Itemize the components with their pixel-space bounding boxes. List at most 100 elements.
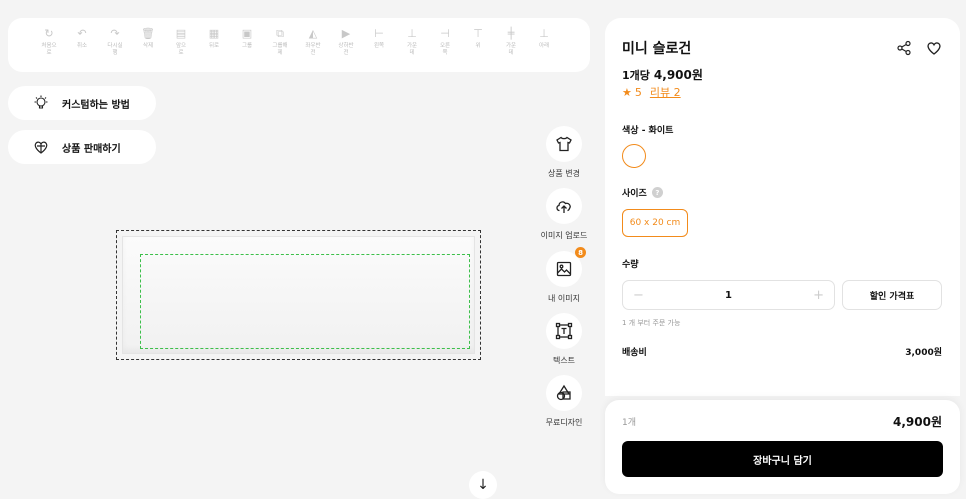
- align-top-icon: ⊤: [473, 26, 483, 40]
- quantity-value[interactable]: 1: [725, 290, 732, 301]
- ungroup-icon: ⧉: [276, 26, 284, 40]
- toolbar-label: 삭제: [142, 43, 154, 49]
- align-middle-icon: ╪: [507, 26, 515, 40]
- redo-tool[interactable]: ↷ 다시실 행: [104, 26, 126, 57]
- shipping-value: 3,000원: [905, 348, 942, 358]
- redo-icon: ↷: [110, 26, 120, 40]
- group-icon: ▣: [241, 26, 253, 40]
- group-tool[interactable]: ▣ 그룹: [236, 26, 258, 50]
- toolbar-label: 그룹해 제: [272, 43, 288, 56]
- shipping-label: 배송비: [622, 348, 647, 358]
- scroll-down-button[interactable]: ↓: [469, 471, 497, 499]
- undo-icon: ↶: [77, 26, 87, 40]
- unit-price-label: 1개당: [622, 69, 650, 82]
- toolbar-label: 위: [475, 43, 481, 49]
- size-option-button[interactable]: 60 x 20 cm: [622, 209, 688, 237]
- rating: ★ 5 리뷰 2: [622, 84, 681, 100]
- quantity-stepper: − 1 +: [622, 280, 835, 310]
- toolbar-label: 취소: [76, 43, 88, 49]
- design-canvas[interactable]: [116, 230, 481, 360]
- print-area-guide: [140, 254, 470, 349]
- upload-image-label: 이미지 업로드: [540, 231, 588, 240]
- text-tool[interactable]: 텍스트: [535, 313, 593, 366]
- bring-forward-tool[interactable]: ▤ 앞으 로: [170, 26, 192, 57]
- order-total: 4,900원: [893, 415, 942, 429]
- send-backward-tool[interactable]: ▦ 뒤로: [203, 26, 225, 50]
- upload-image-tool[interactable]: 이미지 업로드: [535, 188, 593, 241]
- flip-vertical-tool[interactable]: ▶ 상하반 전: [335, 26, 357, 57]
- quantity-label: 수량: [622, 260, 639, 270]
- how-to-customize-label: 커스텀하는 방법: [62, 99, 130, 111]
- order-count: 1개: [622, 418, 637, 428]
- flip-vertical-icon: ▶: [341, 26, 351, 40]
- toolbar-label: 다시실 행: [107, 43, 123, 56]
- lightbulb-icon: [32, 94, 50, 112]
- flip-horizontal-icon: ◭: [308, 26, 318, 40]
- align-left-tool[interactable]: ⊢ 왼쪽: [368, 26, 390, 50]
- toolbar-label: 가운 데: [505, 43, 517, 56]
- share-icon[interactable]: [896, 40, 912, 60]
- send-backward-icon: ▦: [208, 26, 220, 40]
- change-product-tool[interactable]: 상품 변경: [535, 126, 593, 179]
- align-right-icon: ⊣: [440, 26, 450, 40]
- delete-tool[interactable]: 🗑 삭제: [137, 26, 159, 50]
- toolbar-label: 처음으 로: [41, 43, 57, 56]
- free-design-label: 무료디자인: [545, 418, 583, 427]
- size-label: 사이즈 ?: [622, 186, 663, 199]
- flip-horizontal-tool[interactable]: ◭ 좌우반 전: [302, 26, 324, 57]
- align-bottom-tool[interactable]: ⊥ 아래: [533, 26, 555, 50]
- toolbar-label: 상하반 전: [338, 43, 354, 56]
- reset-tool[interactable]: ↻ 처음으 로: [38, 26, 60, 57]
- quantity-minus-button[interactable]: −: [633, 288, 644, 303]
- align-center-icon: ⊥: [407, 26, 417, 40]
- sell-product-button[interactable]: 상품 판매하기: [8, 130, 156, 164]
- toolbar-label: 오른 쪽: [439, 43, 451, 56]
- my-images-tool[interactable]: 8 내 이미지: [535, 247, 593, 304]
- product-title: 미니 슬로건: [622, 41, 692, 57]
- text-box-icon: [546, 313, 582, 349]
- bring-forward-icon: ▤: [175, 26, 187, 40]
- align-right-tool[interactable]: ⊣ 오른 쪽: [434, 26, 456, 57]
- my-images-count-badge: 8: [575, 247, 586, 258]
- image-icon: 8: [546, 247, 586, 287]
- size-help-icon[interactable]: ?: [651, 187, 663, 198]
- product-preview: [122, 236, 475, 354]
- tshirt-icon: [546, 126, 582, 162]
- cloud-upload-icon: [546, 188, 582, 224]
- toolbar-label: 왼쪽: [373, 43, 385, 49]
- how-to-customize-button[interactable]: 커스텀하는 방법: [8, 86, 156, 120]
- my-images-label: 내 이미지: [548, 294, 580, 303]
- align-middle-tool[interactable]: ╪ 가운 데: [500, 26, 522, 57]
- heart-gift-icon: [32, 139, 50, 155]
- color-label: 색상 - 화이트: [622, 126, 674, 136]
- shapes-icon: [546, 375, 582, 411]
- ungroup-tool[interactable]: ⧉ 그룹해 제: [269, 26, 291, 57]
- quantity-plus-button[interactable]: +: [813, 288, 824, 303]
- toolbar-label: 좌우반 전: [305, 43, 321, 56]
- order-footer: 1개 4,900원 장바구니 담기: [605, 400, 960, 494]
- align-center-tool[interactable]: ⊥ 가운 데: [401, 26, 423, 57]
- min-order-note: 1 개 부터 주문 가능: [622, 319, 681, 327]
- align-top-tool[interactable]: ⊤ 위: [467, 26, 489, 50]
- undo-tool[interactable]: ↶ 취소: [71, 26, 93, 50]
- toolbar-label: 뒤로: [208, 43, 220, 49]
- star-icon: ★: [622, 85, 632, 99]
- free-design-tool[interactable]: 무료디자인: [535, 375, 593, 428]
- color-swatch-white[interactable]: [622, 144, 646, 168]
- size-label-text: 사이즈: [622, 189, 647, 199]
- align-left-icon: ⊢: [374, 26, 384, 40]
- toolbar-label: 가운 데: [406, 43, 418, 56]
- reviews-link[interactable]: 리뷰 2: [650, 84, 681, 100]
- align-bottom-icon: ⊥: [539, 26, 549, 40]
- rating-value: 5: [634, 85, 642, 99]
- change-product-label: 상품 변경: [548, 169, 580, 178]
- edit-toolbar: ↻ 처음으 로 ↶ 취소 ↷ 다시실 행 🗑 삭제 ▤ 앞으 로 ▦ 뒤로 ▣ 그룹 ⧉ 그룹해 제 ◭ 좌우반 …: [8, 18, 590, 72]
- sell-product-label: 상품 판매하기: [62, 143, 121, 155]
- add-to-cart-button[interactable]: 장바구니 담기: [622, 441, 943, 477]
- discount-price-button[interactable]: 할인 가격표: [842, 280, 942, 310]
- unit-price: 1개당 4,900원: [622, 66, 703, 83]
- toolbar-label: 앞으 로: [175, 43, 187, 56]
- toolbar-label: 그룹: [241, 43, 253, 49]
- arrow-down-icon: ↓: [477, 477, 489, 493]
- wishlist-heart-icon[interactable]: [926, 40, 942, 60]
